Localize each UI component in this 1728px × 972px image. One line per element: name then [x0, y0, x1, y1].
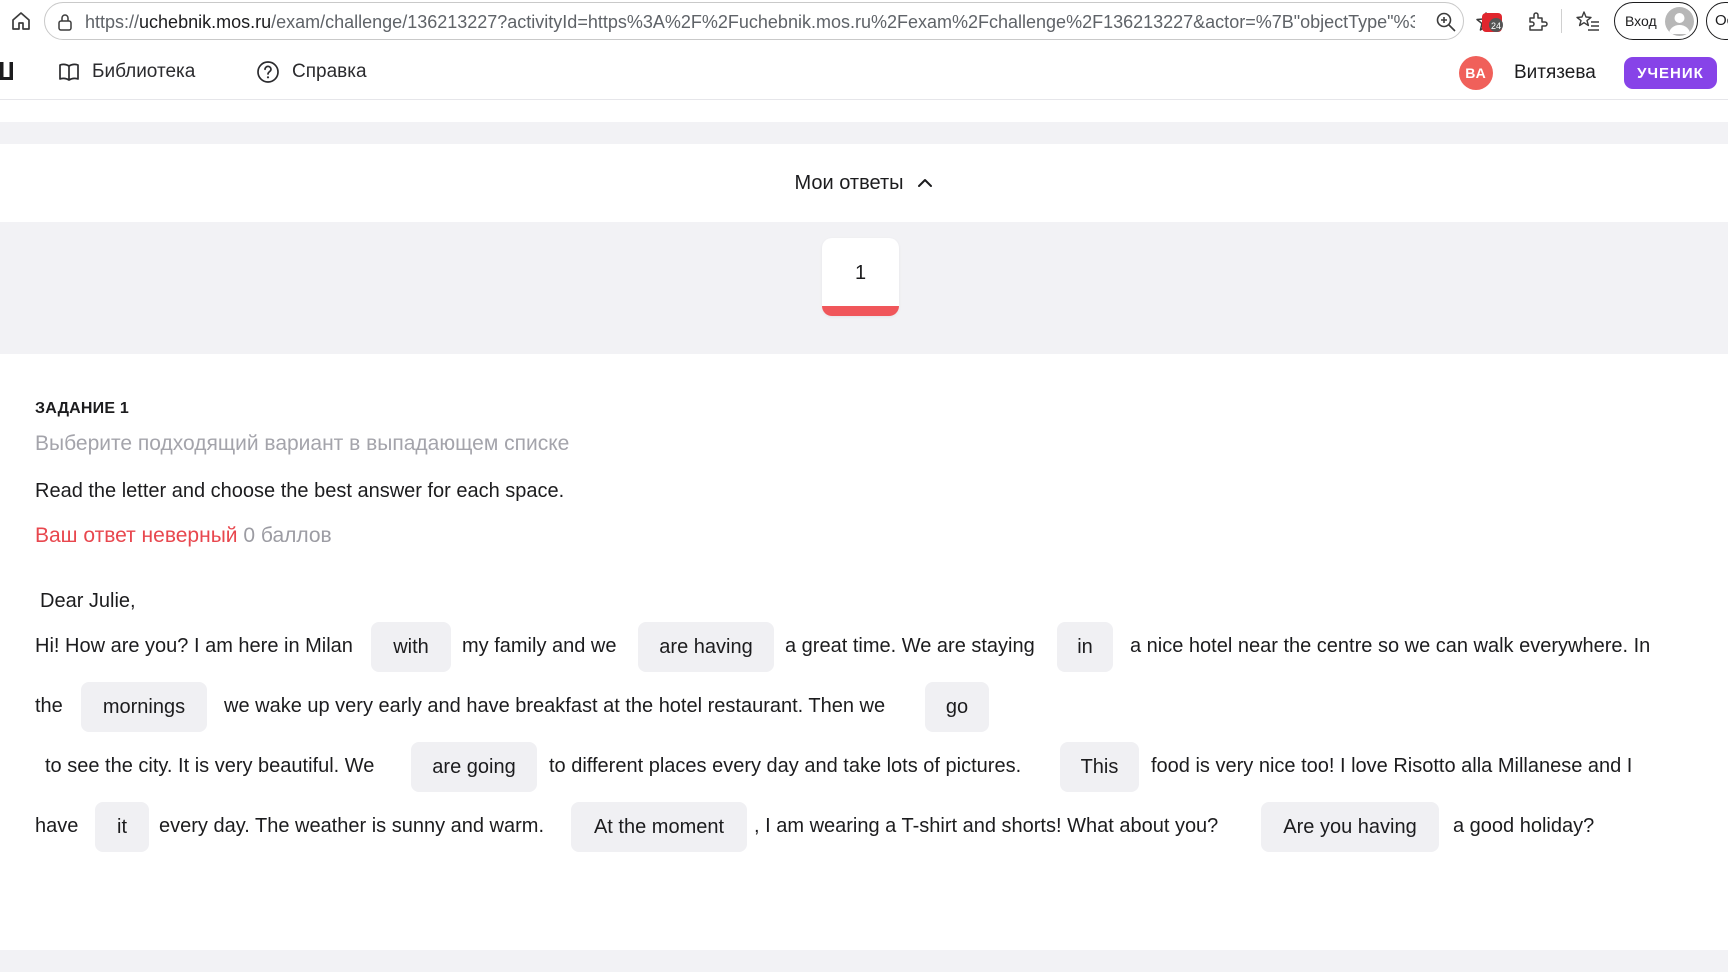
answer-dropdown-1[interactable]: with: [371, 622, 451, 672]
letter-text: Hi! How are you? I am here in Milan: [35, 635, 353, 657]
task-hint: Выберите подходящий вариант в выпадающем…: [35, 432, 570, 455]
letter-line-2: the mornings we wake up very early and h…: [35, 682, 1695, 732]
zoom-icon[interactable]: [1435, 11, 1457, 33]
favorites-icon[interactable]: [1576, 10, 1600, 32]
help-circle-icon: [257, 61, 279, 83]
home-icon[interactable]: [8, 8, 34, 34]
browser-menu-button[interactable]: Ос: [1706, 2, 1728, 40]
browser-toolbar: https://uchebnik.mos.ru/exam/challenge/1…: [0, 0, 1728, 42]
letter-text: my family and we: [462, 635, 617, 657]
login-label: Вход: [1625, 13, 1657, 29]
profile-avatar-icon: [1665, 7, 1694, 36]
answer-dropdown-7[interactable]: This: [1060, 742, 1139, 792]
url-path: /exam/challenge/136213227?activityId=htt…: [271, 12, 1415, 32]
letter-line-1: Hi! How are you? I am here in Milan with…: [35, 622, 1695, 672]
extension-badge-count: 24: [1491, 21, 1501, 31]
address-bar[interactable]: https://uchebnik.mos.ru/exam/challenge/1…: [44, 2, 1496, 40]
answer-dropdown-8[interactable]: it: [95, 802, 149, 852]
answer-dropdown-10[interactable]: Are you having: [1261, 802, 1439, 852]
answer-dropdown-3[interactable]: in: [1057, 622, 1113, 672]
nav-library[interactable]: Библиотека: [58, 58, 195, 86]
task-instruction: Read the letter and choose the best answ…: [35, 480, 565, 502]
letter-text: a great time. We are staying: [785, 635, 1035, 657]
user-name[interactable]: Витязева: [1514, 62, 1596, 84]
role-badge: УЧЕНИК: [1624, 57, 1717, 89]
url-prefix: https://: [85, 12, 140, 32]
letter-text: to see the city. It is very beautiful. W…: [45, 755, 375, 777]
my-answers-toggle[interactable]: Мои ответы: [0, 144, 1728, 222]
answer-dropdown-4[interactable]: mornings: [81, 682, 207, 732]
letter-text: , I am wearing a T-shirt and shorts! Wha…: [754, 815, 1219, 837]
letter-text: a nice hotel near the centre so we can w…: [1130, 635, 1651, 657]
incorrect-status-bar: [822, 306, 899, 316]
url-host: uchebnik.mos.ru: [139, 12, 272, 32]
section-divider: [0, 122, 1728, 144]
letter-line-3: to see the city. It is very beautiful. W…: [35, 742, 1695, 792]
toolbar-divider: [1561, 9, 1562, 33]
letter-text: to different places every day and take l…: [549, 755, 1022, 777]
task-title: ЗАДАНИЕ 1: [35, 400, 129, 417]
letter-line-4: have it every day. The weather is sunny …: [35, 802, 1695, 852]
question-number: 1: [854, 262, 867, 284]
result-points: 0 баллов: [243, 524, 332, 547]
letter-salutation: Dear Julie,: [40, 590, 136, 612]
my-answers-label: Мои ответы: [794, 171, 904, 194]
letter-text: a good holiday?: [1453, 815, 1595, 837]
lock-icon[interactable]: [57, 13, 73, 31]
user-avatar[interactable]: ВА: [1459, 56, 1493, 90]
nav-library-label: Библиотека: [92, 61, 196, 82]
book-icon: [59, 63, 79, 81]
chevron-up-icon: [918, 179, 933, 187]
answer-dropdown-2[interactable]: are having: [638, 622, 774, 672]
answers-strip: 1: [0, 222, 1728, 354]
extensions-puzzle-icon[interactable]: [1526, 10, 1548, 32]
browser-menu-label: Ос: [1715, 12, 1728, 29]
site-header: Библиотека Справка ВА Витязева УЧЕНИК: [0, 44, 1728, 100]
letter-text: we wake up very early and have breakfast…: [224, 695, 886, 717]
profile-login-button[interactable]: Вход: [1614, 2, 1698, 40]
answer-dropdown-5[interactable]: go: [925, 682, 989, 732]
letter-text: every day. The weather is sunny and warm…: [159, 815, 544, 837]
site-logo[interactable]: [0, 60, 14, 82]
result-line: Ваш ответ неверный 0 баллов: [35, 524, 332, 548]
question-card-1[interactable]: 1: [822, 238, 899, 316]
nav-help-label: Справка: [292, 61, 367, 82]
nav-help[interactable]: Справка: [256, 58, 367, 86]
url-text: https://uchebnik.mos.ru/exam/challenge/1…: [85, 12, 1415, 33]
letter-text: have: [35, 815, 79, 837]
result-status: Ваш ответ неверный: [35, 524, 238, 547]
answer-dropdown-9[interactable]: At the moment: [571, 802, 747, 852]
calendar-extension-icon[interactable]: 24: [1480, 10, 1506, 34]
answer-dropdown-6[interactable]: are going: [411, 742, 537, 792]
section-divider-bottom: [0, 950, 1728, 972]
letter-text: food is very nice too! I love Risotto al…: [1151, 755, 1633, 777]
letter-text: the: [35, 695, 63, 717]
